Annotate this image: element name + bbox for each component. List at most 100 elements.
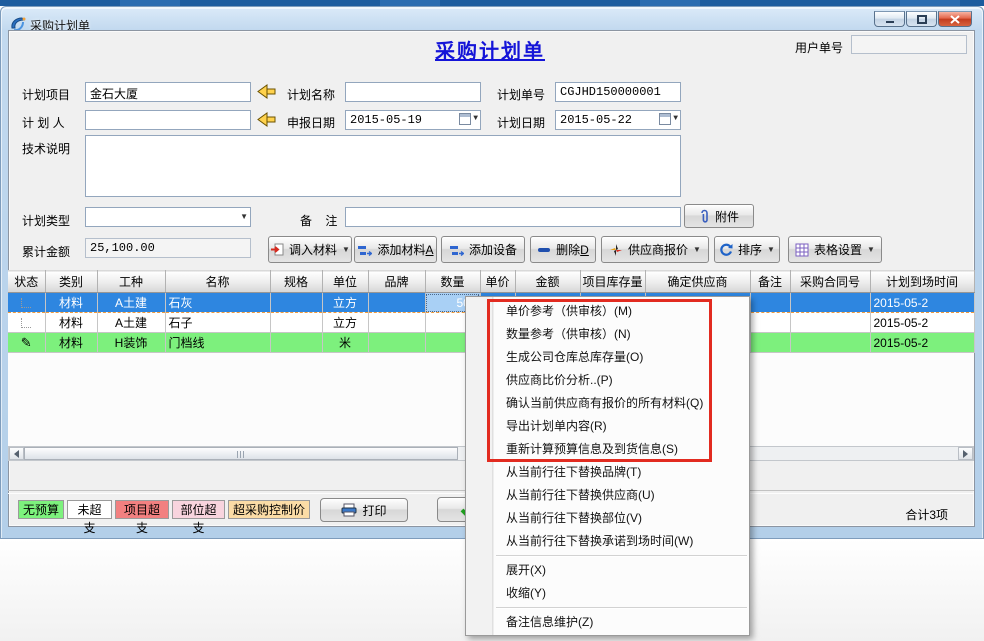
scroll-right-arrow[interactable] [958, 447, 973, 460]
chevron-down-icon[interactable]: ▼ [473, 115, 478, 123]
chevron-down-icon[interactable]: ▼ [240, 213, 248, 221]
cell-spec[interactable] [270, 313, 322, 333]
user-no-input[interactable] [851, 35, 967, 54]
cell-status[interactable] [8, 293, 45, 313]
menu-item-export-plan[interactable]: 导出计划单内容(R) [466, 415, 749, 438]
maximize-icon [917, 15, 927, 24]
cell-contract-no[interactable] [790, 333, 870, 353]
cell-brand[interactable] [368, 333, 425, 353]
menu-item-price-reference[interactable]: 单价参考（供审核）(M) [466, 300, 749, 323]
cell-spec[interactable] [270, 333, 322, 353]
cell-unit[interactable]: 米 [322, 333, 368, 353]
planner-input[interactable] [85, 110, 251, 130]
col-price[interactable]: 单价 [480, 271, 515, 293]
col-stock[interactable]: 项目库存量 [580, 271, 645, 293]
cell-status[interactable] [8, 313, 45, 333]
close-button[interactable] [938, 11, 972, 27]
menu-item-replace-part-down[interactable]: 从当前行往下替换部位(V) [466, 507, 749, 530]
menu-item-generate-warehouse-stock[interactable]: 生成公司仓库总库存量(O) [466, 346, 749, 369]
cell-unit[interactable]: 立方 [322, 293, 368, 313]
cell-arrival-date[interactable]: 2015-05-2 [870, 293, 974, 313]
col-brand[interactable]: 品牌 [368, 271, 425, 293]
chevron-down-icon: ▼ [342, 246, 350, 254]
cell-contract-no[interactable] [790, 313, 870, 333]
cell-remark[interactable] [750, 333, 790, 353]
cell-name[interactable]: 门档线 [165, 333, 270, 353]
minimize-button[interactable] [874, 11, 905, 27]
lookup-hand-icon[interactable] [256, 112, 276, 127]
chevron-down-icon[interactable]: ▼ [673, 115, 678, 123]
menu-item-recalculate-budget[interactable]: 重新计算预算信息及到货信息(S) [466, 438, 749, 461]
cell-category[interactable]: 材料 [45, 313, 97, 333]
declare-date-input[interactable]: 2015-05-19 ▼ [345, 110, 481, 130]
col-category[interactable]: 类别 [45, 271, 97, 293]
col-name[interactable]: 名称 [165, 271, 270, 293]
plan-date-input[interactable]: 2015-05-22 ▼ [555, 110, 681, 130]
cell-trade[interactable]: A土建 [97, 293, 165, 313]
scrollbar-thumb[interactable] [24, 447, 458, 460]
declare-date-value: 2015-05-19 [350, 113, 422, 127]
cell-remark[interactable] [750, 313, 790, 333]
cell-unit[interactable]: 立方 [322, 313, 368, 333]
col-qty[interactable]: 数量 [425, 271, 480, 293]
menu-item-replace-brand-down[interactable]: 从当前行往下替换品牌(T) [466, 461, 749, 484]
cell-category[interactable]: 材料 [45, 333, 97, 353]
col-unit[interactable]: 单位 [322, 271, 368, 293]
col-amount[interactable]: 金额 [515, 271, 580, 293]
menu-separator [496, 555, 747, 557]
cell-contract-no[interactable] [790, 293, 870, 313]
col-supplier[interactable]: 确定供应商 [645, 271, 750, 293]
col-status[interactable]: 状态 [8, 271, 45, 293]
menu-item-collapse[interactable]: 收缩(Y) [466, 582, 749, 605]
sort-button[interactable]: 排序 ▼ [714, 236, 780, 263]
add-material-icon [357, 244, 372, 256]
cell-spec[interactable] [270, 293, 322, 313]
plan-no-input[interactable]: CGJHD150000001 [555, 82, 681, 102]
maximize-button[interactable] [906, 11, 937, 27]
import-material-button[interactable]: 调入材料 ▼ [268, 236, 352, 263]
cell-remark[interactable] [750, 293, 790, 313]
menu-item-expand[interactable]: 展开(X) [466, 559, 749, 582]
page-title: 采购计划单 [330, 35, 650, 64]
add-material-button[interactable]: 添加材料A [354, 236, 437, 263]
menu-item-confirm-quoted-materials[interactable]: 确认当前供应商有报价的所有材料(Q) [466, 392, 749, 415]
cell-name[interactable]: 石子 [165, 313, 270, 333]
plan-type-select[interactable]: ▼ [85, 207, 251, 227]
tree-line-icon [21, 318, 31, 328]
calendar-icon[interactable] [659, 113, 671, 125]
calendar-icon[interactable] [459, 113, 471, 125]
print-button[interactable]: 打印 [320, 498, 408, 522]
plan-name-input[interactable] [345, 82, 481, 102]
menu-item-qty-reference[interactable]: 数量参考（供审核）(N) [466, 323, 749, 346]
remark-input[interactable] [345, 207, 681, 227]
plan-no-label: 计划单号 [497, 86, 545, 103]
col-spec[interactable]: 规格 [270, 271, 322, 293]
menu-item-replace-supplier-down[interactable]: 从当前行往下替换供应商(U) [466, 484, 749, 507]
cell-category[interactable]: 材料 [45, 293, 97, 313]
col-trade[interactable]: 工种 [97, 271, 165, 293]
menu-item-remark-maintenance[interactable]: 备注信息维护(Z) [466, 611, 749, 634]
supplier-quote-button[interactable]: 供应商报价 ▼ [601, 236, 709, 263]
cell-trade[interactable]: H装饰 [97, 333, 165, 353]
col-contract-no[interactable]: 采购合同号 [790, 271, 870, 293]
col-remark[interactable]: 备注 [750, 271, 790, 293]
cell-arrival-date[interactable]: 2015-05-2 [870, 313, 974, 333]
add-equipment-label: 添加设备 [469, 241, 517, 258]
delete-button[interactable]: 删除D [530, 236, 596, 263]
col-arrival-date[interactable]: 计划到场时间 [870, 271, 974, 293]
table-settings-button[interactable]: 表格设置 ▼ [788, 236, 882, 263]
edit-pencil-icon[interactable]: ✎ [8, 333, 45, 353]
cell-brand[interactable] [368, 293, 425, 313]
menu-item-supplier-price-analysis[interactable]: 供应商比价分析..(P) [466, 369, 749, 392]
cell-brand[interactable] [368, 313, 425, 333]
lookup-hand-icon[interactable] [256, 84, 276, 99]
plan-project-input[interactable]: 金石大厦 [85, 82, 251, 102]
cell-trade[interactable]: A土建 [97, 313, 165, 333]
add-equipment-button[interactable]: 添加设备 [441, 236, 525, 263]
menu-item-replace-arrival-time-down[interactable]: 从当前行往下替换承诺到场时间(W) [466, 530, 749, 553]
cell-arrival-date[interactable]: 2015-05-2 [870, 333, 974, 353]
scroll-left-arrow[interactable] [9, 447, 24, 460]
tech-note-textarea[interactable] [85, 135, 681, 197]
attachment-button[interactable]: 附件 [684, 204, 754, 228]
cell-name[interactable]: 石灰 [165, 293, 270, 313]
